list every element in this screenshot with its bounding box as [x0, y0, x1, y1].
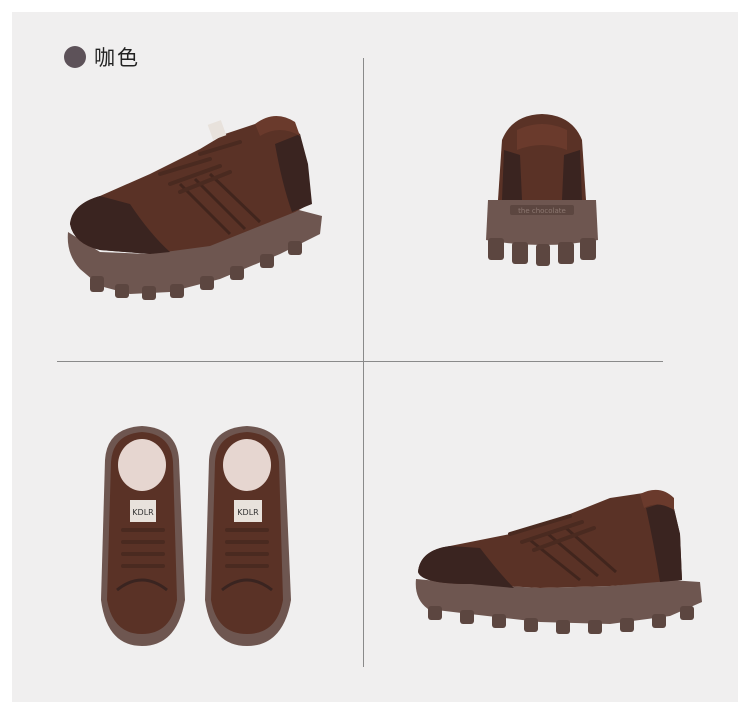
divider-vertical-bottom: [363, 362, 364, 667]
color-name: 咖色: [94, 46, 140, 70]
divider-vertical-top: [363, 58, 364, 361]
shoe-side-view-image: [60, 104, 330, 314]
tongue-label-left: KDLR: [132, 508, 154, 517]
shoe-side-view-right-image: [410, 484, 710, 644]
tongue-label-right: KDLR: [237, 508, 259, 517]
heel-text: the chocolate: [518, 207, 566, 215]
color-swatch: [64, 46, 86, 68]
color-label: 咖色: [64, 42, 140, 72]
divider-horizontal: [57, 361, 663, 362]
shoe-top-view-image: KDLR KDLR: [97, 420, 297, 650]
product-canvas: 咖色 the chocolate KDLR KDLR: [12, 12, 738, 702]
shoe-back-view-image: the chocolate: [482, 110, 602, 280]
